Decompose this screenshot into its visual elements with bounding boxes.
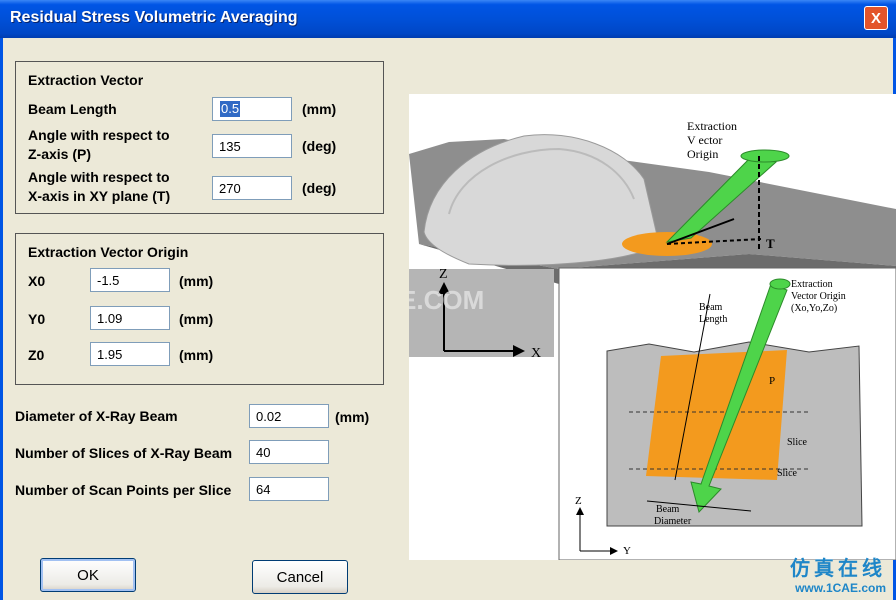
group-title: Extraction Vector Origin bbox=[28, 244, 189, 260]
window-frame-left bbox=[0, 38, 3, 600]
close-button[interactable]: X bbox=[864, 6, 888, 30]
angle-p-unit: (deg) bbox=[302, 138, 337, 154]
diameter-input[interactable] bbox=[249, 404, 329, 428]
window-title: Residual Stress Volumetric Averaging bbox=[10, 9, 298, 26]
cancel-button[interactable]: Cancel bbox=[252, 560, 348, 594]
axis-x-label: X bbox=[531, 346, 541, 361]
x0-input[interactable] bbox=[90, 268, 170, 292]
y0-unit: (mm) bbox=[179, 311, 214, 327]
inset-ev-line1: Extraction bbox=[791, 279, 833, 290]
t-label: T bbox=[766, 236, 775, 251]
beam-length-label: Beam Length bbox=[28, 101, 117, 117]
inset-ev-line2: Vector Origin bbox=[791, 291, 846, 302]
y0-input[interactable] bbox=[90, 306, 170, 330]
z0-unit: (mm) bbox=[179, 347, 214, 363]
angle-t-unit: (deg) bbox=[302, 180, 337, 196]
x0-label: X0 bbox=[28, 273, 46, 289]
site-watermark: 仿真在线 www.1CAE.com bbox=[790, 552, 886, 595]
inset-axis-z: Z bbox=[575, 495, 582, 507]
beam-diameter-line1: Beam bbox=[656, 504, 680, 515]
extraction-diagram: Extraction V ector Origin T Z X 1CAE.COM… bbox=[409, 94, 896, 560]
beam-length-line2: Length bbox=[699, 314, 727, 325]
z0-label: Z0 bbox=[28, 347, 45, 363]
slice-label-1: Slice bbox=[787, 437, 808, 448]
beam-length-line1: Beam bbox=[699, 302, 723, 313]
ev-origin-line2: V ector bbox=[687, 133, 722, 147]
beam-length-unit: (mm) bbox=[302, 101, 337, 117]
angle-t-input[interactable] bbox=[212, 176, 292, 200]
slices-input[interactable] bbox=[249, 440, 329, 464]
center-watermark: 1CAE.COM bbox=[409, 285, 484, 315]
ev-origin-line3: Origin bbox=[687, 147, 718, 161]
y0-label: Y0 bbox=[28, 311, 46, 327]
slices-label: Number of Slices of X-Ray Beam bbox=[15, 445, 233, 461]
scan-points-input[interactable] bbox=[249, 477, 329, 501]
inset-axis-y: Y bbox=[623, 545, 631, 557]
angle-p-label-line2: Z-axis (P) bbox=[28, 146, 92, 162]
x0-unit: (mm) bbox=[179, 273, 214, 289]
ok-button[interactable]: OK bbox=[40, 558, 136, 592]
axis-z-label: Z bbox=[439, 267, 448, 282]
beam-diameter-line2: Diameter bbox=[654, 516, 692, 527]
angle-p-label-line1: Angle with respect to bbox=[28, 127, 170, 143]
beam-length-input[interactable]: 0.5 bbox=[212, 97, 292, 121]
watermark-line2: www.1CAE.com bbox=[795, 581, 886, 595]
diameter-unit: (mm) bbox=[335, 409, 370, 425]
watermark-line1: 仿真在线 bbox=[790, 556, 886, 580]
angle-t-label-line2: X-axis in XY plane (T) bbox=[28, 188, 171, 204]
z0-input[interactable] bbox=[90, 342, 170, 366]
title-bar: Residual Stress Volumetric Averaging X bbox=[0, 0, 896, 38]
scan-points-label: Number of Scan Points per Slice bbox=[15, 482, 232, 498]
beam-length-value: 0.5 bbox=[220, 101, 241, 117]
p-label: P bbox=[769, 375, 775, 387]
diameter-label: Diameter of X-Ray Beam bbox=[15, 408, 178, 424]
inset-ev-line3: (Xo,Yo,Zo) bbox=[791, 303, 837, 314]
group-title: Extraction Vector bbox=[28, 72, 144, 88]
ev-origin-line1: Extraction bbox=[687, 119, 737, 133]
slice-label-2: Slice bbox=[777, 468, 798, 479]
close-icon: X bbox=[870, 10, 881, 27]
angle-t-label-line1: Angle with respect to bbox=[28, 169, 170, 185]
angle-p-input[interactable] bbox=[212, 134, 292, 158]
